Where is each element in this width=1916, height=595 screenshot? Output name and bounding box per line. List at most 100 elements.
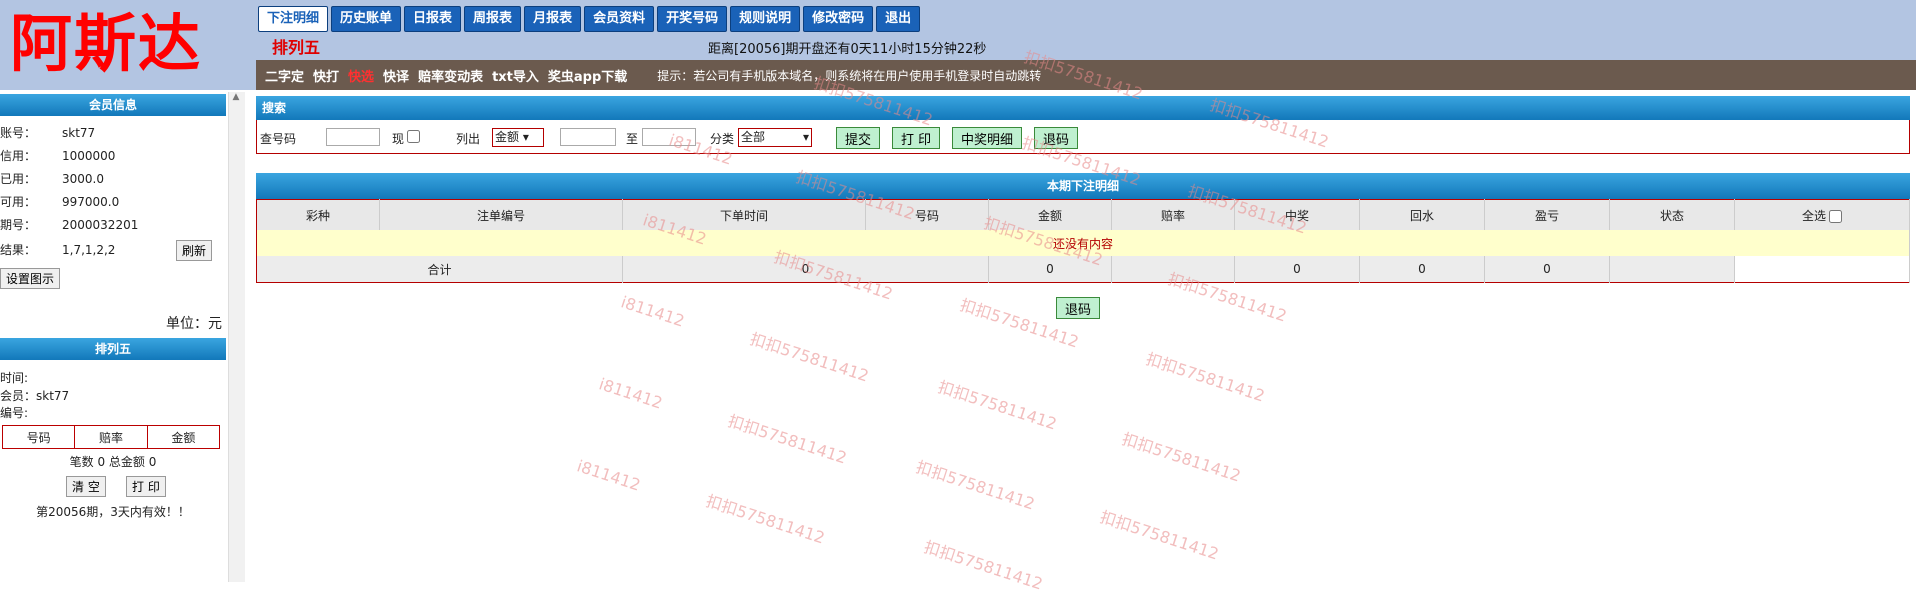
pl5-code: 编号: (0, 406, 29, 420)
tip-text: 提示：若公司有手机版本域名，则系统将在用户使用手机登录时自动跳转 (657, 68, 1042, 83)
watermark: 扣扣575811412 (703, 491, 828, 548)
watermark: 扣扣575811412 (913, 457, 1038, 514)
bet-details-table: 彩种 注单编号 下单时间 号码 金额 赔率 中奖 回水 盈亏 状态 全选 还没有… (256, 199, 1910, 283)
col-order-time: 下单时间 (622, 199, 866, 230)
watermark: 扣扣575811412 (921, 537, 1046, 594)
member-row-available: 可用： 997000.0 (0, 195, 120, 209)
member-row-period: 期号： 2000032201 (0, 218, 139, 232)
pl5-bet-table: 号码 赔率 金额 (1, 425, 221, 449)
sum-rebate: 0 (1359, 256, 1485, 283)
sum-status (1609, 256, 1735, 283)
pl5-col-odds: 赔率 (74, 425, 148, 449)
member-info-title: 会员信息 (0, 94, 226, 116)
clear-button[interactable]: 清 空 (66, 476, 106, 497)
nav-weekly-report[interactable]: 周报表 (464, 6, 522, 32)
empty-message: 还没有内容 (256, 230, 1910, 256)
subnav-quick-select[interactable]: 快选 (348, 66, 374, 85)
subnav-two-digit[interactable]: 二字定 (265, 66, 304, 85)
scroll-up-icon[interactable]: ▲ (228, 92, 244, 106)
nav-logout[interactable]: 退出 (876, 6, 921, 32)
query-number-label: 查号码 (260, 132, 297, 146)
left-panel-scrollbar[interactable] (228, 92, 245, 582)
range-to-label: 至 (626, 132, 639, 146)
range-to-input[interactable] (642, 128, 696, 146)
watermark: 扣扣575811412 (747, 329, 872, 386)
chevron-down-icon: ▾ (802, 130, 809, 144)
watermark: i811412 (596, 374, 665, 413)
nav-rules[interactable]: 规则说明 (730, 6, 801, 32)
watermark: i811412 (574, 456, 643, 495)
list-label: 列出 (456, 132, 481, 146)
col-select-all: 全选 (1734, 199, 1910, 230)
chevron-down-icon: ▾ (522, 130, 529, 144)
top-navigation: 下注明细 历史账单 日报表 周报表 月报表 会员资料 开奖号码 规则说明 修改密… (258, 6, 921, 32)
sum-amount: 0 (988, 256, 1112, 283)
bottom-back-button[interactable]: 退码 (1056, 297, 1101, 319)
submit-button[interactable]: 提交 (836, 127, 881, 149)
col-number: 号码 (865, 199, 989, 230)
pl5-time: 时间: (0, 371, 29, 385)
pl5-valid-note: 第20056期，3天内有效！！ (36, 505, 190, 519)
nav-daily-report[interactable]: 日报表 (404, 6, 462, 32)
select-all-checkbox[interactable] (1829, 209, 1842, 223)
query-number-input[interactable] (326, 128, 380, 146)
col-rebate: 回水 (1359, 199, 1485, 230)
nav-draw-numbers[interactable]: 开奖号码 (657, 6, 728, 32)
subnav-quick-bet[interactable]: 快打 (313, 66, 339, 85)
sum-select (1734, 256, 1910, 283)
watermark: 扣扣575811412 (935, 377, 1060, 434)
col-odds: 赔率 (1111, 199, 1235, 230)
now-label: 现 (392, 132, 405, 146)
subnav-txt-import[interactable]: txt导入 (492, 66, 539, 85)
watermark: 扣扣575811412 (1119, 429, 1244, 486)
refresh-button[interactable]: 刷新 (176, 240, 213, 261)
set-icon-button[interactable]: 设置图示 (0, 268, 61, 289)
site-logo: 阿斯达 (10, 7, 203, 80)
subnav-quick-translate[interactable]: 快译 (383, 66, 409, 85)
nav-monthly-report[interactable]: 月报表 (524, 6, 582, 32)
nav-change-password[interactable]: 修改密码 (803, 6, 874, 32)
search-back-button[interactable]: 退码 (1034, 127, 1079, 149)
col-win: 中奖 (1234, 199, 1360, 230)
nav-history[interactable]: 历史账单 (331, 6, 402, 32)
unit-label: 单位：元 (166, 316, 222, 332)
list-by-select[interactable]: 金额 ▾ (492, 128, 544, 147)
pl5-member: 会员：skt77 (0, 389, 70, 403)
lottery-name: 排列五 (272, 38, 321, 57)
watermark: 扣扣575811412 (1143, 349, 1268, 406)
search-print-button[interactable]: 打 印 (892, 127, 941, 149)
sum-win: 0 (1234, 256, 1360, 283)
search-title: 搜索 (256, 96, 1910, 120)
sum-profit: 0 (1484, 256, 1610, 283)
table-header-row: 彩种 注单编号 下单时间 号码 金额 赔率 中奖 回水 盈亏 状态 全选 (256, 199, 1910, 230)
col-status: 状态 (1609, 199, 1735, 230)
watermark: i811412 (618, 292, 687, 331)
subnav-app-download[interactable]: 奖虫app下载 (548, 66, 627, 85)
sub-navigation: 二字定 快打 快选 快译 赔率变动表 txt导入 奖虫app下载 提示：若公司有… (256, 60, 1916, 90)
sum-odds (1111, 256, 1235, 283)
member-row-account: 账号： skt77 (0, 126, 96, 140)
pl5-print-button[interactable]: 打 印 (126, 476, 166, 497)
range-from-input[interactable] (560, 128, 616, 146)
subnav-odds-changes[interactable]: 赔率变动表 (418, 66, 483, 85)
nav-bet-details[interactable]: 下注明细 (258, 6, 329, 32)
bet-details-title: 本期下注明细 (256, 173, 1910, 199)
member-row-used: 已用： 3000.0 (0, 172, 104, 186)
nav-member-info[interactable]: 会员资料 (584, 6, 655, 32)
col-amount: 金额 (988, 199, 1112, 230)
member-row-result: 结果： 1,7,1,2,2 (0, 243, 116, 257)
watermark: 扣扣575811412 (1097, 507, 1222, 564)
pl5-panel-title: 排列五 (0, 338, 226, 360)
watermark: 扣扣575811412 (725, 411, 850, 468)
pl5-col-amount: 金额 (146, 425, 221, 449)
table-row: 还没有内容 (256, 230, 1910, 256)
now-checkbox[interactable] (407, 130, 420, 143)
pl5-summary: 笔数 0 总金额 0 (69, 455, 157, 469)
sum-label: 合计 (256, 256, 623, 283)
member-row-credit: 信用： 1000000 (0, 149, 116, 163)
category-select[interactable]: 全部 ▾ (738, 128, 812, 147)
countdown-text: 距离[20056]期开盘还有0天11小时15分钟22秒 (708, 42, 987, 57)
col-order-id: 注单编号 (379, 199, 623, 230)
col-profit: 盈亏 (1484, 199, 1610, 230)
winning-details-button[interactable]: 中奖明细 (952, 127, 1023, 149)
